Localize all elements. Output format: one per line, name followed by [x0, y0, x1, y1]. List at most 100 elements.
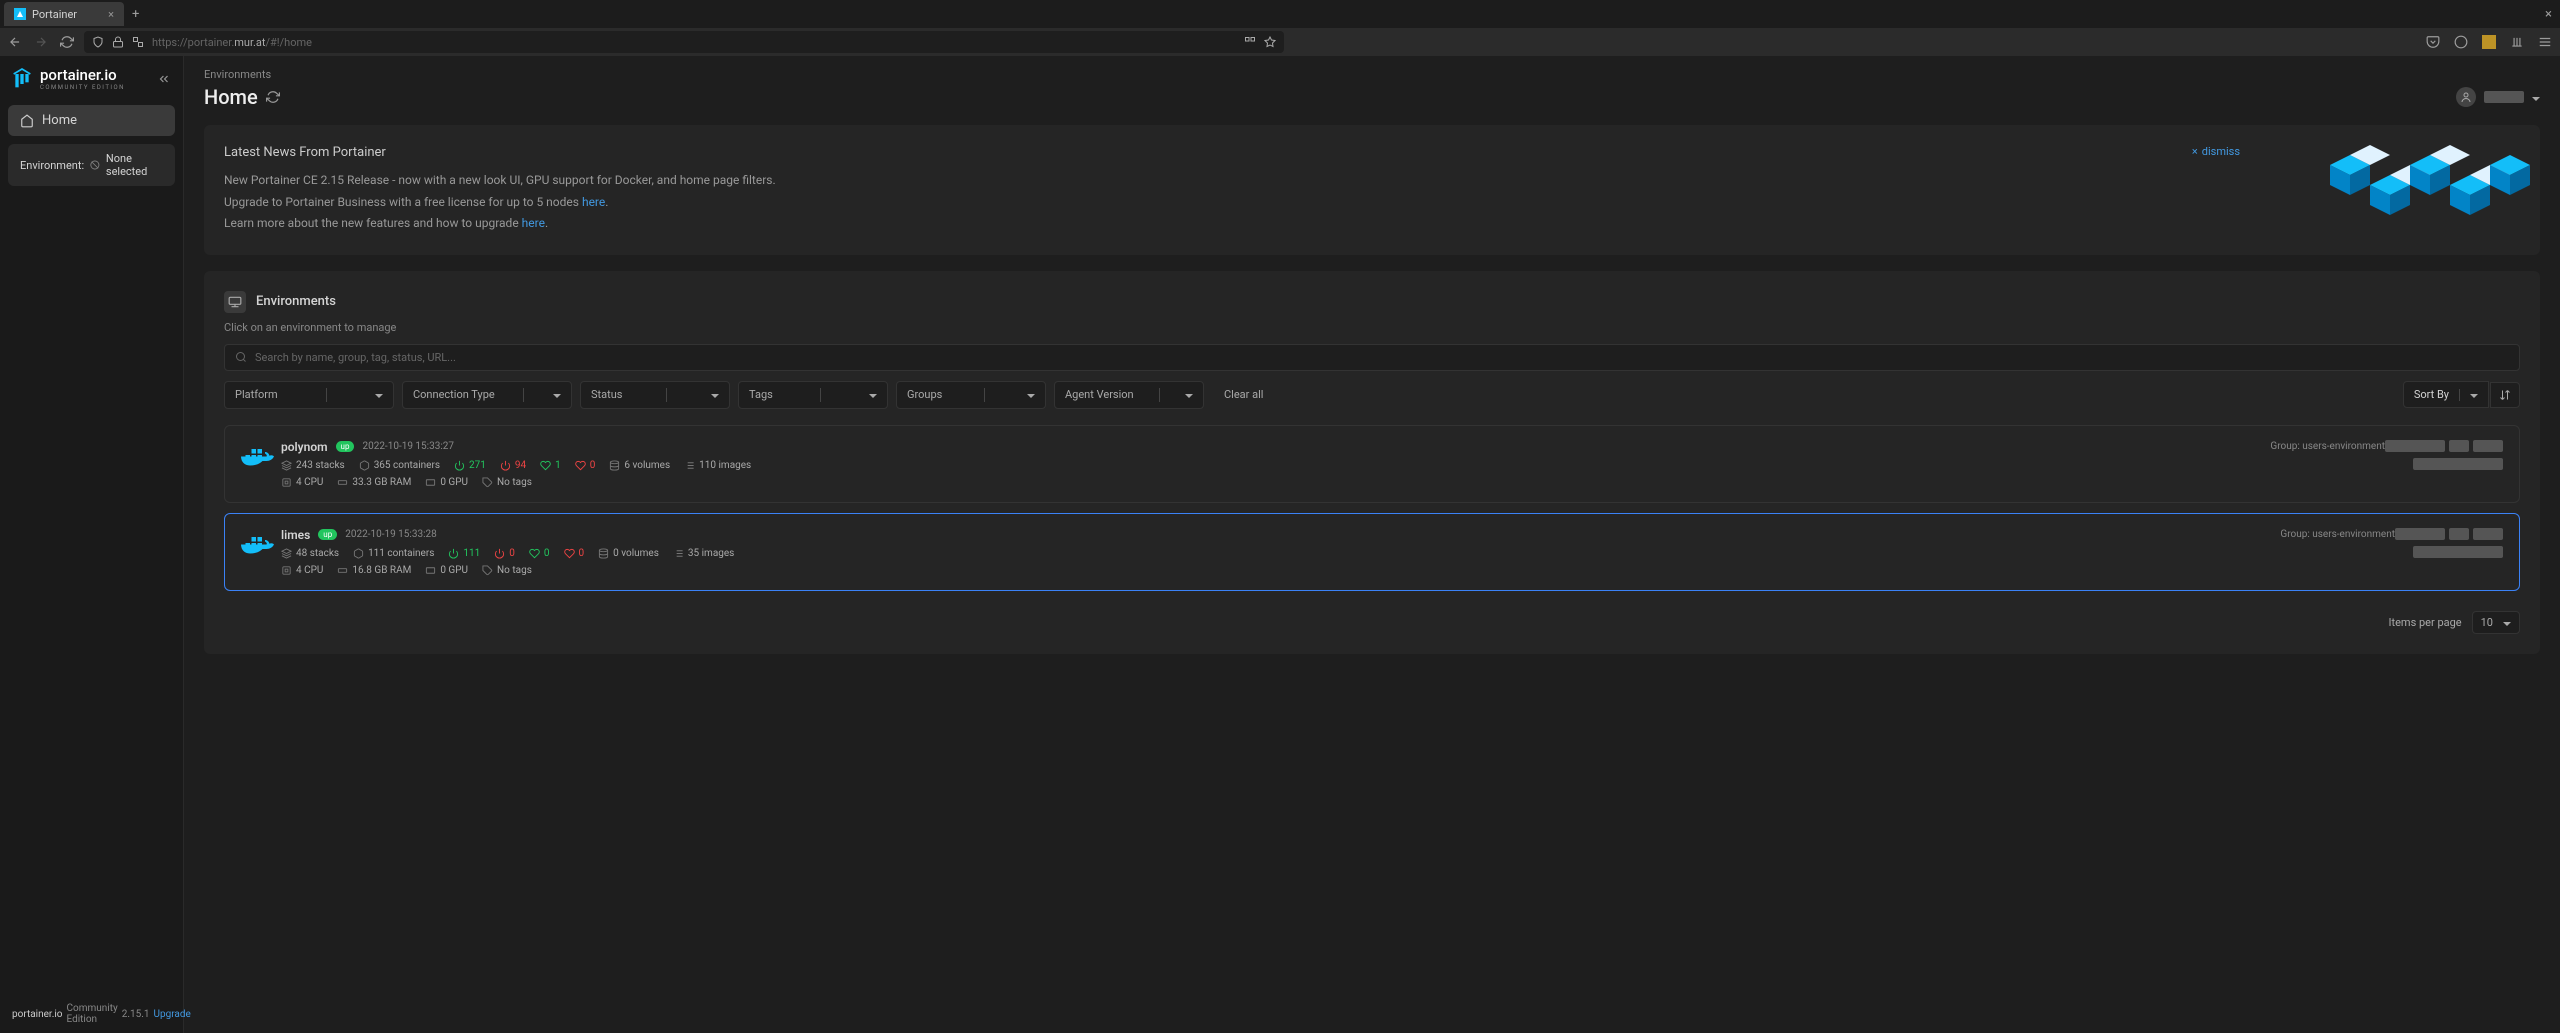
items-per-page-select[interactable]: 10 [2472, 611, 2520, 634]
docker-icon [241, 444, 277, 472]
environments-panel: Environments Click on an environment to … [204, 271, 2540, 654]
avatar [2456, 87, 2476, 107]
database-icon [609, 460, 620, 471]
sidebar-footer: portainer.io Community Edition 2.15.1 Up… [0, 995, 183, 1033]
qr-icon[interactable] [1244, 36, 1256, 48]
cpu-icon [281, 565, 292, 576]
news-line-2a: Upgrade to Portainer Business with a fre… [224, 195, 582, 209]
close-icon: × [2192, 145, 2198, 158]
news-link-upgrade[interactable]: here [582, 195, 605, 209]
sidebar-item-home[interactable]: Home [8, 105, 175, 136]
user-menu[interactable] [2456, 87, 2540, 107]
lock-icon [112, 36, 124, 48]
chevron-down-icon [2503, 616, 2511, 629]
heart-icon [529, 548, 540, 559]
cpu-icon [281, 477, 292, 488]
chevron-down-icon [1027, 388, 1035, 401]
new-tab-button[interactable]: + [132, 7, 139, 22]
sort-direction-button[interactable] [2490, 382, 2520, 408]
footer-brand: portainer.io [12, 1009, 62, 1020]
power-off-icon [500, 460, 511, 471]
filter-tags[interactable]: Tags [738, 381, 888, 409]
environment-card[interactable]: limes up 2022-10-19 15:33:28 Group: user… [224, 513, 2520, 591]
logo[interactable]: portainer.io COMMUNITY EDITION [0, 56, 183, 101]
filter-groups[interactable]: Groups [896, 381, 1046, 409]
chevron-down-icon [869, 388, 877, 401]
account-icon[interactable] [2454, 35, 2468, 49]
news-link-learn[interactable]: here [522, 216, 545, 230]
environment-selector[interactable]: Environment: None selected [8, 144, 175, 186]
extension-icon[interactable] [2482, 35, 2496, 49]
redacted [2395, 528, 2445, 540]
username-redacted [2484, 91, 2524, 103]
filter-platform[interactable]: Platform [224, 381, 394, 409]
collapse-sidebar-button[interactable] [157, 72, 171, 86]
items-per-page-label: Items per page [2389, 616, 2462, 629]
news-line-1: New Portainer CE 2.15 Release - now with… [224, 170, 2520, 192]
environment-card[interactable]: polynom up 2022-10-19 15:33:27 Group: us… [224, 425, 2520, 503]
chevron-down-icon [1185, 388, 1193, 401]
power-icon [448, 548, 459, 559]
browser-tab[interactable]: Portainer × [4, 2, 124, 26]
power-off-icon [494, 548, 505, 559]
brand-edition: COMMUNITY EDITION [40, 84, 125, 91]
browser-nav-bar: https://portainer.mur.at/#!/home [0, 28, 2560, 56]
bookmark-icon[interactable] [1264, 36, 1276, 48]
redacted [2473, 440, 2503, 452]
tag-icon [482, 477, 493, 488]
footer-edition: Community Edition [66, 1003, 117, 1025]
database-icon [598, 548, 609, 559]
sidebar-item-label: Home [42, 113, 77, 128]
news-title: Latest News From Portainer [224, 145, 2520, 160]
filter-status[interactable]: Status [580, 381, 730, 409]
heart-off-icon [575, 460, 586, 471]
decorative-cubes [2250, 125, 2540, 235]
menu-icon[interactable] [2538, 35, 2552, 49]
chevron-down-icon [375, 388, 383, 401]
tab-title: Portainer [32, 8, 77, 21]
redacted [2473, 528, 2503, 540]
search-icon [235, 351, 247, 363]
forward-icon[interactable] [34, 35, 48, 49]
footer-version: 2.15.1 [122, 1009, 150, 1020]
clear-all-button[interactable]: Clear all [1212, 382, 1275, 407]
redacted [2449, 440, 2469, 452]
env-name: polynom [281, 440, 328, 454]
breadcrumb: Environments [184, 56, 2560, 85]
list-icon [684, 460, 695, 471]
search-input[interactable]: Search by name, group, tag, status, URL.… [224, 344, 2520, 371]
shield-icon [92, 36, 104, 48]
chevron-down-icon [2470, 388, 2478, 401]
brand-name: portainer.io [40, 66, 125, 84]
chevron-down-icon [553, 388, 561, 401]
news-panel: Latest News From Portainer New Portainer… [204, 125, 2540, 255]
library-icon[interactable] [2510, 35, 2524, 49]
reload-icon[interactable] [60, 35, 74, 49]
status-badge: up [318, 529, 337, 540]
layers-icon [281, 460, 292, 471]
portainer-favicon [14, 8, 26, 20]
main-content: Environments Home Latest News From Porta… [184, 56, 2560, 1033]
chevron-down-icon [2532, 90, 2540, 105]
status-badge: up [336, 441, 355, 452]
filter-agent-version[interactable]: Agent Version [1054, 381, 1204, 409]
gpu-icon [425, 565, 436, 576]
back-icon[interactable] [8, 35, 22, 49]
environments-icon [224, 291, 246, 313]
pocket-icon[interactable] [2426, 35, 2440, 49]
box-icon [353, 548, 364, 559]
dismiss-button[interactable]: × dismiss [2192, 145, 2240, 158]
close-tab-icon[interactable]: × [108, 8, 114, 21]
tag-icon [482, 565, 493, 576]
filter-connection-type[interactable]: Connection Type [402, 381, 572, 409]
search-placeholder: Search by name, group, tag, status, URL.… [255, 351, 456, 364]
refresh-button[interactable] [266, 90, 280, 104]
window-close-button[interactable]: × [2545, 7, 2552, 22]
url-bar[interactable]: https://portainer.mur.at/#!/home [84, 31, 1284, 53]
environments-hint: Click on an environment to manage [224, 321, 2520, 334]
sort-by-select[interactable]: Sort By [2403, 381, 2489, 408]
none-icon [90, 159, 100, 171]
page-title: Home [204, 85, 258, 109]
dismiss-label: dismiss [2202, 145, 2240, 158]
box-icon [359, 460, 370, 471]
